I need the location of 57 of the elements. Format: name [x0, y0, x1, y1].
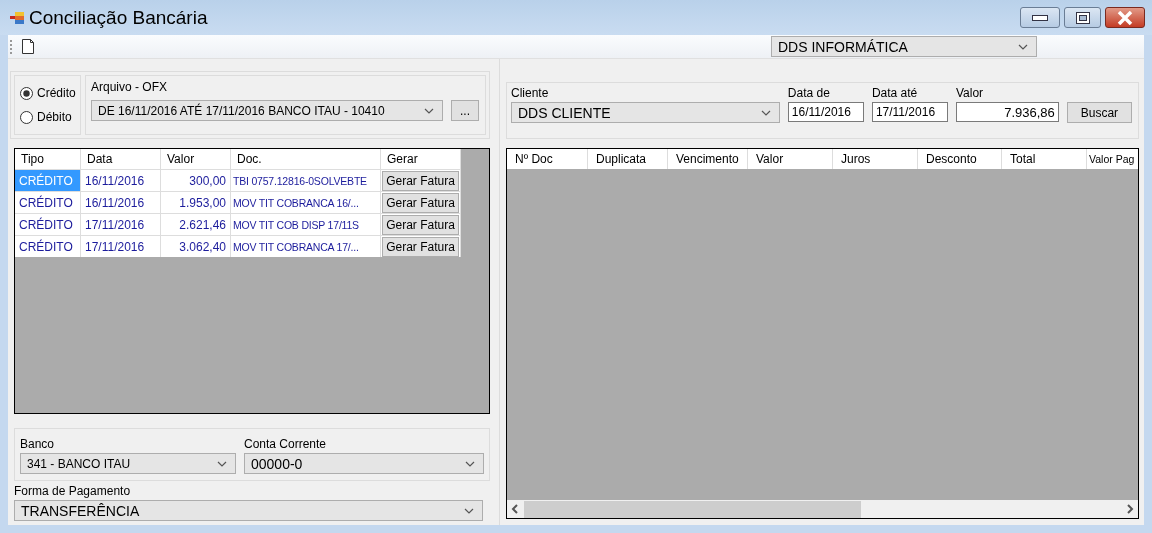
file-dropdown[interactable]: DE 16/11/2016 ATÉ 17/11/2016 BANCO ITAU - 10410 — [91, 100, 443, 121]
column-header[interactable]: Desconto — [918, 149, 1002, 169]
field-label: Valor — [956, 86, 985, 100]
column-header[interactable]: Vencimento — [668, 149, 748, 169]
field-label: Forma de Pagamento — [14, 484, 132, 498]
close-icon — [1117, 10, 1133, 25]
horizontal-scrollbar[interactable] — [507, 500, 1138, 518]
client-dropdown[interactable]: DDS CLIENTE — [511, 102, 780, 123]
column-header[interactable]: Duplicata — [588, 149, 668, 169]
company-dropdown[interactable]: DDS INFORMÁTICA — [771, 36, 1037, 57]
chevron-icon — [1018, 43, 1028, 50]
amount-field[interactable]: 7.936,86 — [956, 102, 1059, 122]
payment-method-dropdown[interactable]: TRANSFERÊNCIA — [14, 500, 483, 521]
date-field[interactable]: 17/11/2016 — [871, 102, 948, 122]
table-cell: 17/11/2016 — [81, 236, 161, 257]
app-icon — [10, 11, 24, 24]
close-button[interactable] — [1105, 7, 1145, 28]
account-dropdown[interactable]: 00000-0 — [244, 453, 484, 474]
minimize-button[interactable] — [1020, 7, 1060, 28]
chevron-icon — [760, 109, 771, 116]
table-cell: CRÉDITO — [15, 236, 81, 257]
table-cell: 3.062,40 — [161, 236, 231, 257]
radio-button[interactable] — [20, 86, 33, 100]
generate-invoice-button[interactable]: Gerar Fatura — [382, 214, 459, 235]
column-header[interactable]: Juros — [833, 149, 918, 169]
group-label: Arquivo - OFX — [91, 80, 169, 94]
field-label: Data até — [871, 86, 919, 100]
window-title: Conciliação Bancária — [29, 6, 209, 29]
radio-option[interactable]: Crédito — [20, 86, 80, 100]
column-header[interactable]: Valor — [748, 149, 833, 169]
field-label: Conta Corrente — [244, 437, 328, 451]
field-label: Cliente — [511, 86, 550, 100]
field-label: Data de — [787, 86, 831, 100]
minimize-icon — [1032, 14, 1048, 21]
browse-button[interactable]: ... — [451, 100, 479, 121]
table-cell: CRÉDITO — [15, 170, 81, 191]
chevron-icon — [424, 107, 434, 114]
date-field[interactable]: 16/11/2016 — [787, 102, 864, 122]
column-header[interactable]: Total — [1002, 149, 1087, 169]
radio-option[interactable]: Débito — [20, 110, 80, 124]
radio-button[interactable] — [20, 110, 33, 124]
chevron-icon — [464, 507, 474, 514]
field-label: Banco — [20, 437, 56, 451]
column-header[interactable]: Nº Doc — [507, 149, 588, 169]
column-header[interactable]: Valor Pag — [1087, 149, 1138, 169]
grip-icon — [10, 38, 13, 55]
table-cell: MOV TIT COBRANCA 17/... — [231, 236, 381, 257]
new-document-icon[interactable] — [22, 39, 34, 54]
chevron-icon — [465, 460, 475, 467]
generate-invoice-button[interactable]: Gerar Fatura — [382, 192, 459, 213]
search-button[interactable]: Buscar — [1066, 102, 1132, 123]
chevron-icon — [217, 460, 227, 467]
bank-dropdown[interactable]: 341 - BANCO ITAU — [20, 453, 236, 474]
maximize-button[interactable] — [1064, 7, 1101, 28]
maximize-icon — [1075, 11, 1090, 24]
generate-invoice-button[interactable]: Gerar Fatura — [382, 236, 459, 257]
generate-invoice-button[interactable]: Gerar Fatura — [382, 170, 459, 191]
